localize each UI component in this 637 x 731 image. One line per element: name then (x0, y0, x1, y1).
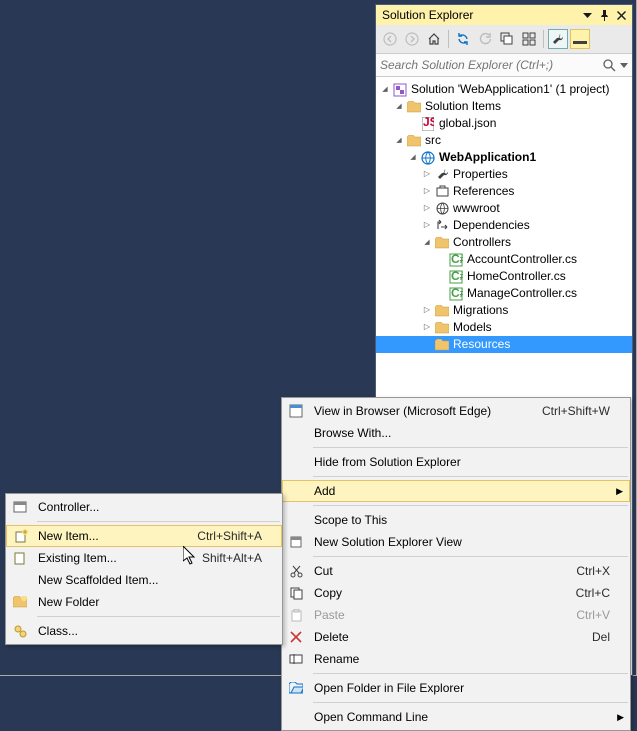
collapse-icon[interactable] (497, 29, 517, 49)
svg-text:C#: C# (451, 253, 463, 266)
tree-global-json[interactable]: JSglobal.json (376, 115, 632, 132)
menu-controller[interactable]: Controller... (6, 496, 282, 518)
back-icon[interactable] (380, 29, 400, 49)
show-all-icon[interactable] (519, 29, 539, 49)
folder-icon (434, 321, 450, 335)
submenu-arrow-icon: ▶ (617, 712, 624, 723)
pin-icon[interactable] (598, 9, 611, 22)
browser-icon (288, 403, 304, 419)
references-icon (434, 185, 450, 199)
tree-dependencies[interactable]: Dependencies (376, 217, 632, 234)
sync-icon[interactable] (453, 29, 473, 49)
folder-icon (434, 236, 450, 250)
menu-cut[interactable]: CutCtrl+X (282, 560, 630, 582)
tree-references[interactable]: References (376, 183, 632, 200)
cut-icon (288, 563, 304, 579)
paste-icon (288, 607, 304, 623)
menu-existing-item[interactable]: Existing Item...Shift+Alt+A (6, 547, 282, 569)
search-icon[interactable] (602, 58, 616, 72)
tree-home-controller[interactable]: C#HomeController.cs (376, 268, 632, 285)
add-submenu: Controller... New Item...Ctrl+Shift+A Ex… (5, 493, 283, 645)
folder-icon (406, 134, 422, 148)
tree: Solution 'WebApplication1' (1 project) S… (376, 77, 632, 353)
menu-delete[interactable]: DeleteDel (282, 626, 630, 648)
tree-solution-items[interactable]: Solution Items (376, 98, 632, 115)
menu-class[interactable]: Class... (6, 620, 282, 642)
cs-file-icon: C# (448, 287, 464, 301)
class-icon (12, 623, 28, 639)
menu-new-view[interactable]: New Solution Explorer View (282, 531, 630, 553)
tree-solution[interactable]: Solution 'WebApplication1' (1 project) (376, 81, 632, 98)
tree-resources[interactable]: Resources (376, 336, 632, 353)
tree-src[interactable]: src (376, 132, 632, 149)
menu-new-folder[interactable]: New Folder (6, 591, 282, 613)
existing-item-icon (12, 550, 28, 566)
menu-copy[interactable]: CopyCtrl+C (282, 582, 630, 604)
folder-icon (406, 100, 422, 114)
search-input[interactable] (380, 58, 598, 72)
menu-scope[interactable]: Scope to This (282, 509, 630, 531)
menu-paste: PasteCtrl+V (282, 604, 630, 626)
preview-icon[interactable] (570, 29, 590, 49)
menu-rename[interactable]: Rename (282, 648, 630, 670)
menu-scaffolded[interactable]: New Scaffolded Item... (6, 569, 282, 591)
tree-manage-controller[interactable]: C#ManageController.cs (376, 285, 632, 302)
tree-controllers[interactable]: Controllers (376, 234, 632, 251)
menu-browse-with[interactable]: Browse With... (282, 422, 630, 444)
svg-text:JS: JS (423, 117, 434, 129)
folder-icon (434, 304, 450, 318)
tree-account-controller[interactable]: C#AccountController.cs (376, 251, 632, 268)
json-icon: JS (420, 117, 436, 131)
panel-title: Solution Explorer (380, 8, 577, 22)
dropdown-icon[interactable] (581, 9, 594, 22)
dependencies-icon (434, 219, 450, 233)
new-item-icon (13, 528, 29, 544)
tree-wwwroot[interactable]: wwwroot (376, 200, 632, 217)
panel-search (376, 53, 632, 77)
menu-view-in-browser[interactable]: View in Browser (Microsoft Edge) Ctrl+Sh… (282, 400, 630, 422)
refresh-icon[interactable] (475, 29, 495, 49)
menu-open-cmd[interactable]: Open Command Line▶ (282, 706, 630, 728)
new-folder-icon (12, 594, 28, 610)
menu-new-item[interactable]: New Item...Ctrl+Shift+A (6, 525, 282, 547)
solution-icon (392, 83, 408, 97)
tree-migrations[interactable]: Migrations (376, 302, 632, 319)
cs-file-icon: C# (448, 270, 464, 284)
folder-icon (434, 338, 450, 352)
svg-text:C#: C# (451, 270, 463, 283)
properties-icon[interactable] (548, 29, 568, 49)
svg-text:C#: C# (451, 287, 463, 300)
menu-hide[interactable]: Hide from Solution Explorer (282, 451, 630, 473)
tree-properties[interactable]: Properties (376, 166, 632, 183)
new-view-icon (288, 534, 304, 550)
cs-file-icon: C# (448, 253, 464, 267)
copy-icon (288, 585, 304, 601)
project-icon (420, 151, 436, 165)
context-menu: View in Browser (Microsoft Edge) Ctrl+Sh… (281, 397, 631, 731)
rename-icon (288, 651, 304, 667)
search-dropdown-icon[interactable] (620, 63, 628, 68)
submenu-arrow-icon: ▶ (616, 486, 623, 497)
home-icon[interactable] (424, 29, 444, 49)
close-icon[interactable] (615, 9, 628, 22)
forward-icon[interactable] (402, 29, 422, 49)
open-folder-icon (288, 680, 304, 696)
tree-project[interactable]: WebApplication1 (376, 149, 632, 166)
menu-add[interactable]: Add▶ (282, 480, 630, 502)
wrench-icon (434, 168, 450, 182)
tree-models[interactable]: Models (376, 319, 632, 336)
delete-icon (288, 629, 304, 645)
menu-open-folder[interactable]: Open Folder in File Explorer (282, 677, 630, 699)
controller-icon (12, 499, 28, 515)
panel-toolbar (376, 25, 632, 53)
globe-icon (434, 202, 450, 216)
panel-titlebar: Solution Explorer (376, 5, 632, 25)
